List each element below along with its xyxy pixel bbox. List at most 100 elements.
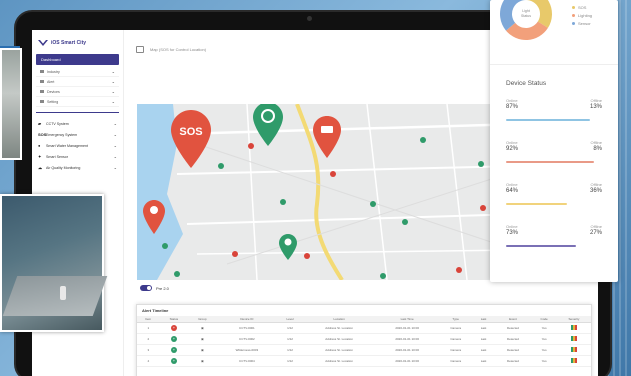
sidebar-system-3[interactable]: ✦ Smart Sensor ⌄ xyxy=(34,151,121,162)
sidebar-item-label: Industry xyxy=(47,69,60,74)
status-bar xyxy=(506,203,568,205)
online-value: 64% xyxy=(506,188,519,194)
group-icon: ▣ xyxy=(188,322,217,334)
chevron-down-icon: ⌄ xyxy=(111,89,115,94)
folder-icon xyxy=(40,99,44,103)
cctv-pin[interactable] xyxy=(313,116,341,158)
code: Yes xyxy=(531,355,557,367)
alert-timeline-panel: Alert Timeline Item Status Group Device ID L… xyxy=(136,304,592,376)
table-row[interactable]: 4 + ▣ CCTV-0004 1/12 Address St. Location 2020… xyxy=(137,355,591,367)
device-id: Wilderness-0003 xyxy=(216,344,278,356)
offline-value: 8% xyxy=(593,146,602,152)
table-row[interactable]: 1 + ▣ CCTV-0001 1/12 Address St. Location 2020… xyxy=(137,322,591,334)
row-item: 3 xyxy=(137,344,160,356)
sidebar-system-2[interactable]: ● Smart Water Management ⌄ xyxy=(34,140,121,151)
cctv-icon: ▰ xyxy=(38,121,42,126)
level: 1/12 xyxy=(277,344,303,356)
severity-cell xyxy=(556,322,591,334)
legend-swatch xyxy=(572,14,575,17)
device-status-item: Online Offline 92% 8% xyxy=(506,140,602,163)
last-time: 2020-01-01 10:00 xyxy=(375,344,439,356)
event: Detected xyxy=(494,322,532,334)
offline-value: 27% xyxy=(589,230,602,236)
level: 1/12 xyxy=(277,333,303,345)
weather-pin[interactable] xyxy=(279,234,297,260)
sidebar-item-alert[interactable]: Alert ⌄ xyxy=(36,77,119,87)
severity-icon xyxy=(570,325,577,330)
water-icon: ● xyxy=(38,143,41,148)
offline-label: Offline xyxy=(590,182,603,187)
lighting-pin[interactable] xyxy=(253,104,283,146)
last: Last xyxy=(472,344,495,356)
status-cell: + xyxy=(159,344,189,356)
group-icon: ▣ xyxy=(188,333,217,345)
device-id: CCTV-0004 xyxy=(216,355,278,367)
device-id: CCTV-0001 xyxy=(216,322,278,334)
sensor-icon: ✦ xyxy=(38,154,42,159)
sidebar-system-4[interactable]: ☁ Air Quality Monitoring ⌄ xyxy=(34,162,121,173)
offline-label: Offline xyxy=(590,224,603,229)
city-map[interactable]: SOS xyxy=(137,104,522,280)
offline-value: 13% xyxy=(589,104,602,110)
table-row[interactable]: 2 + ▣ CCTV-0002 1/12 Address St. Location 2020… xyxy=(137,333,591,345)
nav-dashboard[interactable]: Dashboard xyxy=(36,54,119,65)
map-toggle[interactable]: Pre 2.0 xyxy=(140,285,169,291)
severity-cell xyxy=(556,344,591,356)
toggle-label: Pre 2.0 xyxy=(156,285,169,291)
sidebar-item-label: Alert xyxy=(47,79,55,84)
chevron-down-icon: ⌄ xyxy=(113,154,117,159)
system-label: Smart Water Management xyxy=(46,144,89,148)
sidebar-item-label: Devices xyxy=(47,89,60,94)
last: Last xyxy=(472,355,495,367)
event: Detected xyxy=(494,355,532,367)
type: Camera xyxy=(438,322,473,334)
pedestrian xyxy=(60,286,66,300)
severity-cell xyxy=(556,355,591,367)
app-logo[interactable]: iOS Smart City xyxy=(32,30,123,52)
cloud-icon: ☁ xyxy=(38,165,42,170)
location: Address St. Location xyxy=(302,344,376,356)
level: 1/12 xyxy=(277,355,303,367)
row-item: 2 xyxy=(137,333,160,345)
sidebar-item-label: Setting xyxy=(47,99,59,104)
last: Last xyxy=(472,322,495,334)
status-icon: + xyxy=(170,358,177,364)
webcam xyxy=(307,16,312,21)
severity-icon xyxy=(570,358,577,363)
online-label: Online xyxy=(506,224,518,229)
status-cell: + xyxy=(159,355,189,367)
online-value: 73% xyxy=(506,230,519,236)
severity-cell xyxy=(556,333,591,345)
type: Camera xyxy=(438,355,473,367)
legend-swatch xyxy=(572,22,575,25)
legend-label: Sensor xyxy=(578,21,591,26)
svg-text:SOS: SOS xyxy=(179,126,202,138)
sidebar-system-0[interactable]: ▰ CCTV System ⌄ xyxy=(34,118,121,129)
location: Address St. Location xyxy=(302,322,376,334)
sos-pin[interactable]: SOS xyxy=(171,110,211,168)
map-icon xyxy=(136,45,144,53)
sidebar-item-setting[interactable]: Setting ⌄ xyxy=(36,97,119,107)
sidebar-system-1[interactable]: SOSEmergency System ⌄ xyxy=(34,129,121,140)
chevron-down-icon: ⌄ xyxy=(111,69,115,74)
folder-icon xyxy=(40,79,44,83)
legend-item: Sensor xyxy=(572,20,592,28)
donut-legend: SOS Lighting Sensor xyxy=(572,4,592,28)
code: Yes xyxy=(531,322,557,334)
legend-label: SOS xyxy=(578,5,587,10)
status-cell: + xyxy=(159,322,189,334)
donut-center-sub: Status xyxy=(521,14,531,18)
table-row[interactable]: 3 + ▣ Wilderness-0003 1/12 Address St. Locati… xyxy=(137,344,591,356)
online-label: Online xyxy=(506,98,518,103)
location: Address St. Location xyxy=(302,355,376,367)
sidebar-item-industry[interactable]: Industry ⌄ xyxy=(36,67,119,77)
device-status-item: Online Offline 87% 13% xyxy=(506,98,602,121)
sidebar-item-devices[interactable]: Devices ⌄ xyxy=(36,87,119,97)
folder-icon xyxy=(40,69,44,73)
breadcrumb[interactable]: Map (SOS for Control Location) xyxy=(150,47,206,52)
cctv-feed-photo xyxy=(0,194,108,332)
sensor-pin[interactable] xyxy=(143,200,165,234)
status-cell: + xyxy=(159,333,189,345)
toggle-switch[interactable] xyxy=(140,285,152,291)
offline-label: Offline xyxy=(590,98,603,103)
